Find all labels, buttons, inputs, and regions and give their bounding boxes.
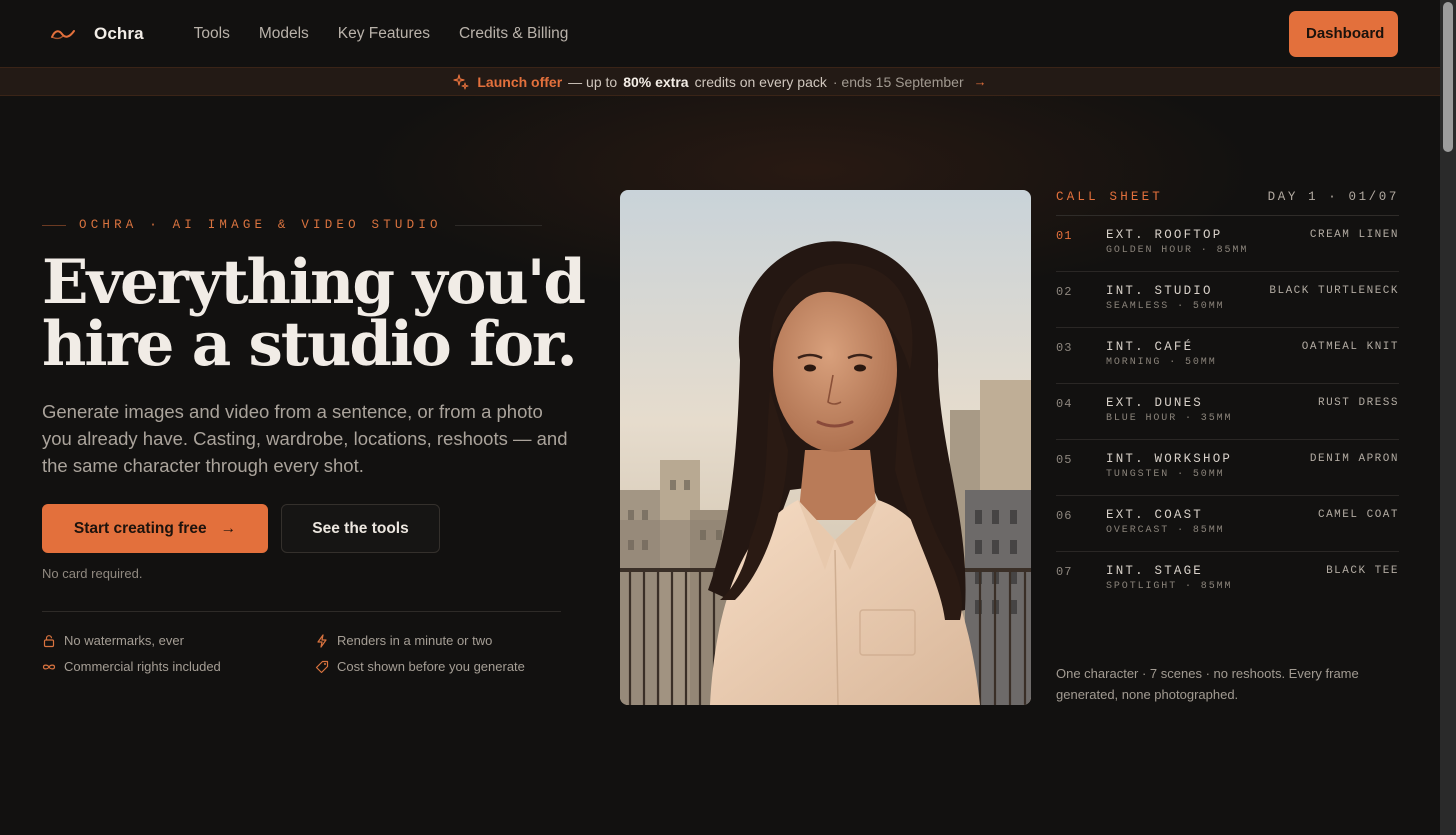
nav-link-tools[interactable]: Tools [194, 25, 230, 43]
scene-number: 01 [1056, 229, 1073, 243]
lock-icon [43, 634, 55, 647]
page-scrollbar[interactable] [1440, 0, 1456, 835]
start-creating-button[interactable]: Start creating free → [42, 504, 268, 553]
nav-link-models[interactable]: Models [259, 25, 309, 43]
scene-wardrobe: OATMEAL KNIT [1301, 341, 1399, 353]
banner-text-1: — up to [568, 73, 618, 90]
scene-location: EXT. COAST [1106, 508, 1204, 522]
scene-detail: OVERCAST · 85MM [1106, 525, 1225, 536]
call-sheet-header: CALL SHEET DAY 1 · 01/07 [1056, 190, 1399, 216]
feature-item: Cost shown before you generate [315, 659, 572, 674]
scene-wardrobe: CAMEL COAT [1317, 509, 1399, 521]
call-sheet-row: 05 INT. WORKSHOP TUNGSTEN · 50MM DENIM A… [1056, 440, 1399, 496]
sparkle-icon [453, 73, 469, 89]
banner-ends: · ends 15 September [832, 73, 964, 90]
nav-link-key-features[interactable]: Key Features [338, 25, 430, 43]
call-sheet-row: 06 EXT. COAST OVERCAST · 85MM CAMEL COAT [1056, 496, 1399, 552]
feature-list: No watermarks, ever Renders in a minute … [42, 633, 572, 674]
arrow-right-icon: → [973, 74, 987, 89]
arrow-right-icon: → [220, 519, 237, 537]
scene-detail: SEAMLESS · 50MM [1106, 301, 1225, 312]
scene-detail: SPOTLIGHT · 85MM [1106, 581, 1233, 592]
see-tools-button[interactable]: See the tools [281, 504, 440, 553]
scene-location: INT. WORKSHOP [1106, 452, 1233, 466]
scene-location: INT. CAFÉ [1106, 340, 1194, 354]
scene-wardrobe: BLACK TEE [1326, 565, 1399, 577]
hero-portrait-image [620, 190, 1031, 705]
brand-name: Ochra [94, 23, 144, 43]
call-sheet-row: 03 INT. CAFÉ MORNING · 50MM OATMEAL KNIT [1056, 328, 1399, 384]
top-nav: Ochra Tools Models Key Features Credits … [0, 0, 1440, 67]
ochra-logo-icon [51, 29, 75, 39]
launch-offer-banner[interactable]: Launch offer — up to 80% extra credits o… [0, 67, 1440, 96]
call-sheet-title: CALL SHEET [1056, 190, 1164, 204]
tag-icon [315, 660, 329, 673]
infinity-icon [42, 664, 56, 669]
feature-item: Commercial rights included [42, 659, 315, 674]
scene-number: 05 [1056, 453, 1073, 467]
feature-text: Renders in a minute or two [337, 633, 493, 648]
scene-wardrobe: CREAM LINEN [1309, 229, 1399, 241]
scene-number: 04 [1056, 397, 1073, 411]
scene-number: 02 [1056, 285, 1073, 299]
banner-strong: 80% extra [623, 73, 689, 90]
call-sheet-note: One character · 7 scenes · no reshoots. … [1056, 666, 1359, 702]
start-creating-label: Start creating free [73, 519, 207, 537]
scene-wardrobe: RUST DRESS [1317, 397, 1399, 409]
scene-number: 06 [1056, 509, 1073, 523]
scene-number: 03 [1056, 341, 1073, 355]
banner-offer-label: Launch offer [477, 73, 563, 90]
portrait-illustration [620, 190, 1031, 705]
eyebrow-line-left [42, 224, 66, 226]
scrollbar-thumb[interactable] [1443, 2, 1453, 152]
feature-text: Cost shown before you generate [337, 659, 525, 674]
bolt-icon [317, 633, 327, 648]
scene-wardrobe: DENIM APRON [1309, 453, 1399, 465]
feature-item: Renders in a minute or two [315, 633, 572, 648]
call-sheet-day: DAY 1 · 01/07 [1267, 190, 1399, 204]
call-sheet-list: 01 EXT. ROOFTOP GOLDEN HOUR · 85MM CREAM… [1056, 216, 1399, 608]
feature-text: Commercial rights included [64, 659, 221, 674]
nav-link-credits-billing[interactable]: Credits & Billing [459, 25, 568, 43]
eyebrow-text: OCHRA · AI IMAGE & VIDEO STUDIO [79, 218, 442, 232]
hero-subtitle: Generate images and video from a sentenc… [42, 401, 568, 476]
feature-text: No watermarks, ever [64, 633, 184, 648]
hero-divider [42, 611, 561, 612]
scene-number: 07 [1056, 565, 1073, 579]
call-sheet-row: 07 INT. STAGE SPOTLIGHT · 85MM BLACK TEE [1056, 552, 1399, 608]
hero-headline: Everything you'd hire a studio for. [42, 252, 602, 376]
brand[interactable]: Ochra [50, 24, 144, 44]
scene-detail: GOLDEN HOUR · 85MM [1106, 245, 1249, 256]
scene-location: INT. STUDIO [1106, 284, 1213, 298]
scene-location: INT. STAGE [1106, 564, 1204, 578]
dashboard-button[interactable]: Dashboard [1289, 10, 1398, 57]
scene-detail: BLUE HOUR · 35MM [1106, 413, 1233, 424]
call-sheet-row: 01 EXT. ROOFTOP GOLDEN HOUR · 85MM CREAM… [1056, 216, 1399, 272]
scene-detail: MORNING · 50MM [1106, 357, 1217, 368]
eyebrow-line-right [454, 224, 542, 226]
scene-location: EXT. DUNES [1106, 396, 1204, 410]
nav-links: Tools Models Key Features Credits & Bill… [194, 25, 569, 43]
call-sheet-row: 02 INT. STUDIO SEAMLESS · 50MM BLACK TUR… [1056, 272, 1399, 328]
scene-location: EXT. ROOFTOP [1106, 228, 1223, 242]
feature-item: No watermarks, ever [42, 633, 315, 648]
scene-wardrobe: BLACK TURTLENECK [1269, 285, 1399, 297]
headline-line-1: Everything you'd [42, 247, 586, 318]
banner-text-2: credits on every pack [694, 73, 827, 90]
scene-detail: TUNGSTEN · 50MM [1106, 469, 1225, 480]
hero-eyebrow: OCHRA · AI IMAGE & VIDEO STUDIO [42, 218, 542, 232]
no-card-note: No card required. [42, 566, 143, 581]
headline-line-2: hire a studio for. [42, 309, 578, 380]
call-sheet-row: 04 EXT. DUNES BLUE HOUR · 35MM RUST DRES… [1056, 384, 1399, 440]
